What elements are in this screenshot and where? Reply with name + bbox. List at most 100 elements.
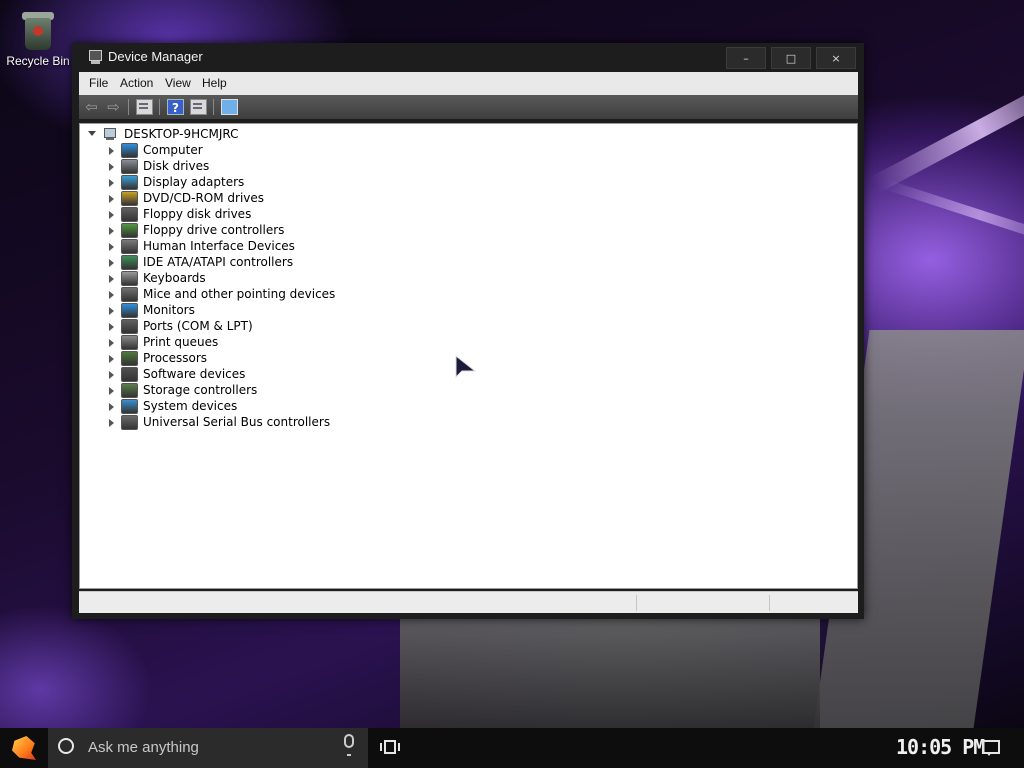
tree-item-disk-drives[interactable]: Disk drives <box>80 159 480 175</box>
device-category-icon <box>121 271 138 286</box>
expand-arrow-icon[interactable] <box>109 291 114 299</box>
expand-arrow-icon[interactable] <box>109 371 114 379</box>
scan-monitor-icon[interactable] <box>221 99 238 115</box>
tree-item-human-interface-devices[interactable]: Human Interface Devices <box>80 239 480 255</box>
expand-arrow-icon[interactable] <box>109 323 114 331</box>
help-icon[interactable]: ? <box>167 99 184 115</box>
tree-item-floppy-drive-controllers[interactable]: Floppy drive controllers <box>80 223 480 239</box>
device-category-icon <box>121 207 138 222</box>
tree-item-floppy-disk-drives[interactable]: Floppy disk drives <box>80 207 480 223</box>
device-category-icon <box>121 367 138 382</box>
microphone-icon[interactable] <box>344 734 354 756</box>
expand-arrow-icon[interactable] <box>109 259 114 267</box>
task-view-icon[interactable] <box>380 740 402 756</box>
toolbar-separator <box>128 99 129 115</box>
tree-item-label: Software devices <box>143 367 246 381</box>
tree-item-label: Floppy disk drives <box>143 207 252 221</box>
device-category-icon <box>121 255 138 270</box>
tree-item-universal-serial-bus-controllers[interactable]: Universal Serial Bus controllers <box>80 415 480 431</box>
status-separator <box>769 595 770 611</box>
menu-bar: File Action View Help <box>79 72 858 95</box>
tree-item-keyboards[interactable]: Keyboards <box>80 271 480 287</box>
device-category-icon <box>121 159 138 174</box>
tree-item-monitors[interactable]: Monitors <box>80 303 480 319</box>
tree-item-label: Display adapters <box>143 175 245 189</box>
expand-arrow-icon[interactable] <box>109 195 114 203</box>
tree-item-label: Monitors <box>143 303 195 317</box>
device-category-icon <box>121 303 138 318</box>
menu-file[interactable]: File <box>89 76 108 90</box>
tree-root-label: DESKTOP-9HCMJRC <box>124 127 239 141</box>
device-category-icon <box>121 287 138 302</box>
tree-item-label: Processors <box>143 351 208 365</box>
tree-item-processors[interactable]: Processors <box>80 351 480 367</box>
menu-help[interactable]: Help <box>202 76 227 90</box>
close-button[interactable]: × <box>816 47 856 69</box>
status-bar <box>79 591 858 613</box>
expand-arrow-icon[interactable] <box>109 355 114 363</box>
expand-arrow-icon[interactable] <box>109 339 114 347</box>
properties-icon[interactable] <box>136 99 153 115</box>
menu-view[interactable]: View <box>165 76 191 90</box>
cortana-icon[interactable] <box>58 738 74 754</box>
search-placeholder[interactable]: Ask me anything <box>88 739 199 756</box>
tree-item-label: Storage controllers <box>143 383 258 397</box>
device-category-icon <box>121 335 138 350</box>
tree-item-ide-ata-atapi-controllers[interactable]: IDE ATA/ATAPI controllers <box>80 255 480 271</box>
action-center-icon[interactable] <box>982 740 1000 756</box>
tree-item-label: Keyboards <box>143 271 206 285</box>
search-box[interactable]: Ask me anything <box>48 728 368 768</box>
title-bar[interactable]: Device Manager – □ × <box>72 43 864 71</box>
expand-arrow-icon[interactable] <box>109 163 114 171</box>
desktop-icon-label: Recycle Bin <box>6 54 70 68</box>
tree-item-label: Print queues <box>143 335 219 349</box>
maximize-button[interactable]: □ <box>771 47 811 69</box>
expand-arrow-icon[interactable] <box>109 211 114 219</box>
recycle-bin-icon <box>21 8 55 50</box>
minimize-button[interactable]: – <box>726 47 766 69</box>
tree-item-storage-controllers[interactable]: Storage controllers <box>80 383 480 399</box>
tree-item-print-queues[interactable]: Print queues <box>80 335 480 351</box>
expand-arrow-icon[interactable] <box>109 275 114 283</box>
window-title: Device Manager <box>108 49 203 64</box>
expand-arrow-icon[interactable] <box>109 147 114 155</box>
forward-arrow-icon[interactable]: ⇨ <box>105 99 122 115</box>
expand-arrow-icon[interactable] <box>109 179 114 187</box>
device-category-icon <box>121 191 138 206</box>
expand-arrow-icon[interactable] <box>109 419 114 427</box>
tree-item-label: System devices <box>143 399 238 413</box>
menu-action[interactable]: Action <box>120 76 153 90</box>
taskbar-clock[interactable]: 10:05 PM <box>896 735 985 759</box>
tree-item-computer[interactable]: Computer <box>80 143 480 159</box>
status-separator <box>636 595 637 611</box>
desktop-icon-recycle-bin[interactable]: Recycle Bin <box>4 8 72 68</box>
tree-item-label: Mice and other pointing devices <box>143 287 336 301</box>
expand-arrow-icon[interactable] <box>109 387 114 395</box>
computer-icon <box>104 128 116 141</box>
device-category-icon <box>121 143 138 158</box>
wallpaper-light-streak <box>883 179 1024 251</box>
back-arrow-icon[interactable]: ⇦ <box>83 99 100 115</box>
device-category-icon <box>121 319 138 334</box>
tree-item-mice-and-other-pointing-devices[interactable]: Mice and other pointing devices <box>80 287 480 303</box>
tree-item-system-devices[interactable]: System devices <box>80 399 480 415</box>
expand-arrow-icon[interactable] <box>109 243 114 251</box>
expand-arrow-icon[interactable] <box>109 227 114 235</box>
tree-item-display-adapters[interactable]: Display adapters <box>80 175 480 191</box>
wallpaper-figure <box>400 600 820 728</box>
device-category-icon <box>121 351 138 366</box>
collapse-arrow-icon[interactable] <box>88 131 96 136</box>
wallpaper-light-streak <box>869 64 1024 194</box>
expand-arrow-icon[interactable] <box>109 307 114 315</box>
tree-item-dvd-cd-rom-drives[interactable]: DVD/CD-ROM drives <box>80 191 480 207</box>
tree-item-ports-com-lpt[interactable]: Ports (COM & LPT) <box>80 319 480 335</box>
tree-item-label: DVD/CD-ROM drives <box>143 191 265 205</box>
start-logo-icon <box>12 736 36 760</box>
toolbar-separator <box>213 99 214 115</box>
tree-item-label: Disk drives <box>143 159 210 173</box>
expand-arrow-icon[interactable] <box>109 403 114 411</box>
start-button[interactable] <box>0 728 48 768</box>
tree-item-label: Floppy drive controllers <box>143 223 285 237</box>
tree-item-software-devices[interactable]: Software devices <box>80 367 480 383</box>
sheet-icon[interactable] <box>190 99 207 115</box>
